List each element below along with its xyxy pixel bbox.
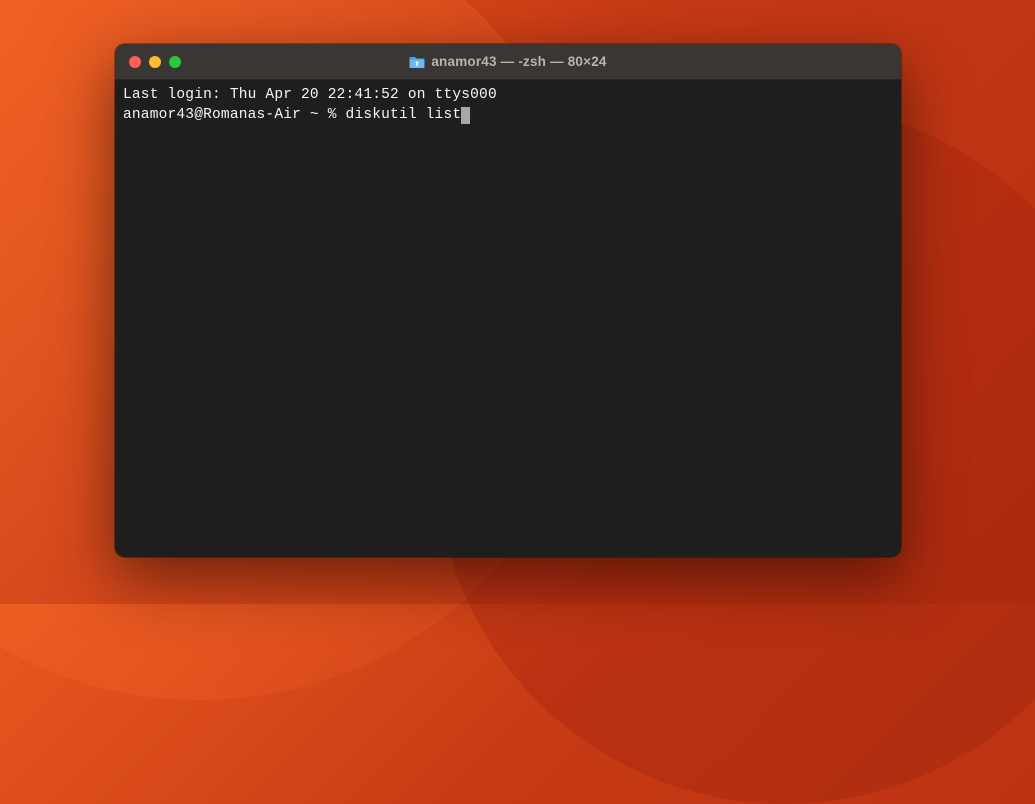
command-text: diskutil list — [346, 107, 462, 123]
cursor — [461, 107, 470, 124]
minimize-button[interactable] — [149, 56, 161, 68]
terminal-body[interactable]: Last login: Thu Apr 20 22:41:52 on ttys0… — [115, 80, 901, 131]
maximize-button[interactable] — [169, 56, 181, 68]
terminal-window: anamor43 — -zsh — 80×24 Last login: Thu … — [115, 44, 901, 557]
last-login-line: Last login: Thu Apr 20 22:41:52 on ttys0… — [123, 86, 893, 106]
prompt-line: anamor43@Romanas-Air ~ % diskutil list — [123, 106, 893, 126]
traffic-lights — [115, 56, 181, 68]
close-button[interactable] — [129, 56, 141, 68]
folder-icon — [409, 55, 425, 69]
title-container: anamor43 — -zsh — 80×24 — [115, 54, 901, 69]
prompt-text: anamor43@Romanas-Air ~ % — [123, 107, 346, 123]
window-title: anamor43 — -zsh — 80×24 — [431, 54, 606, 69]
title-bar[interactable]: anamor43 — -zsh — 80×24 — [115, 44, 901, 80]
